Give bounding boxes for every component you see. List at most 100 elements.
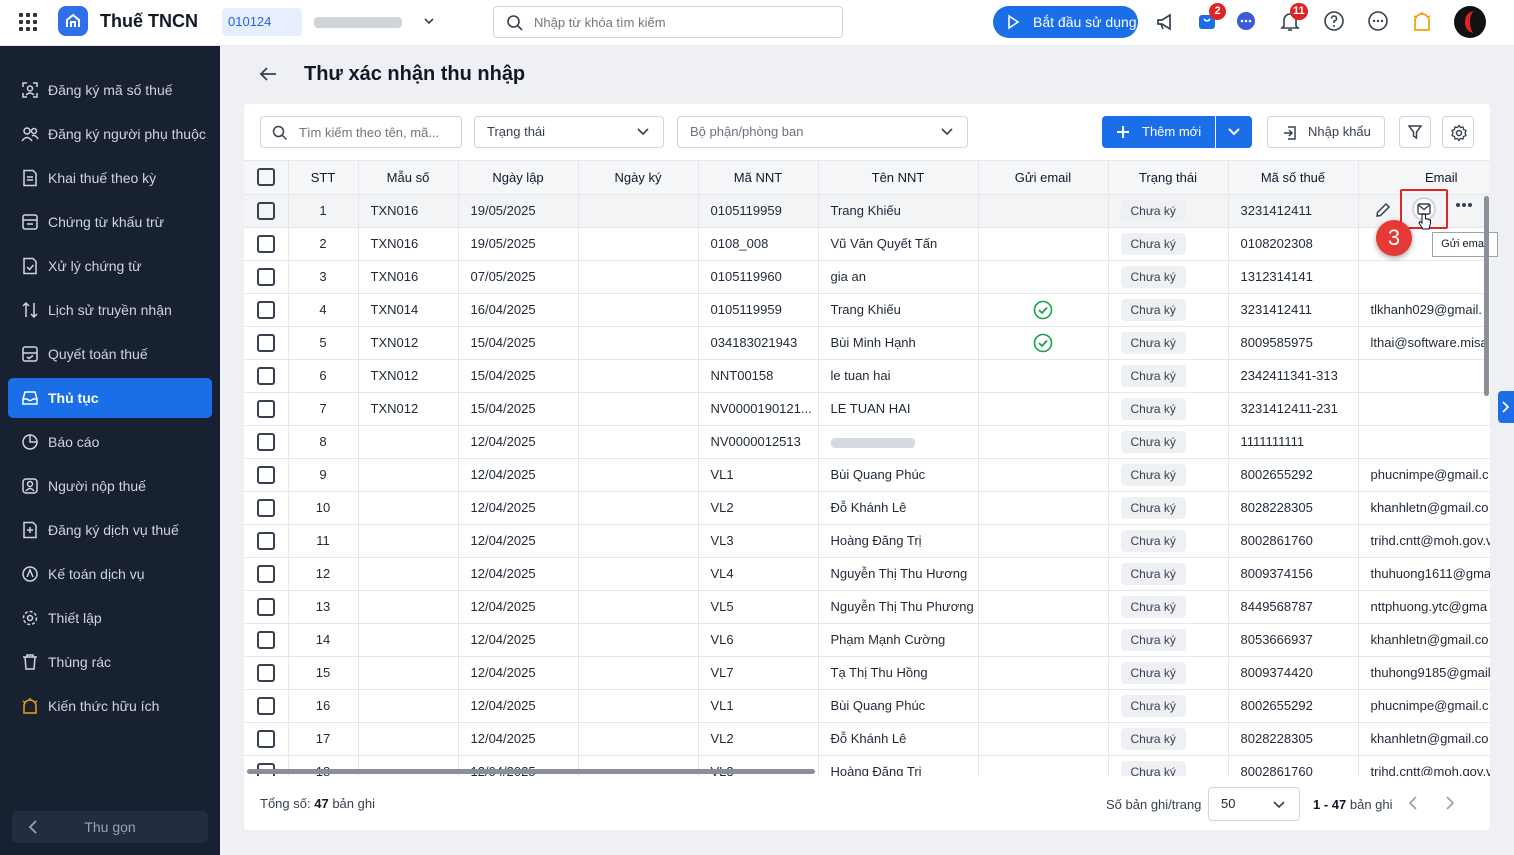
- row-checkbox-cell[interactable]: [244, 689, 289, 723]
- sidebar-item[interactable]: Kiến thức hữu ích: [8, 686, 212, 726]
- row-checkbox[interactable]: [256, 597, 275, 616]
- row-checkbox[interactable]: [256, 267, 275, 286]
- global-search[interactable]: [493, 6, 843, 38]
- row-checkbox[interactable]: [256, 201, 275, 220]
- row-checkbox-cell[interactable]: [244, 623, 289, 657]
- filter-button[interactable]: [1399, 116, 1431, 148]
- row-checkbox[interactable]: [256, 432, 275, 451]
- table-row[interactable]: 5 TXN012 15/04/2025 034183021943 Bùi Minh Hạ…: [244, 326, 1490, 360]
- next-page-icon[interactable]: [1443, 795, 1457, 811]
- settings-button[interactable]: [1442, 116, 1474, 148]
- row-checkbox[interactable]: [256, 333, 275, 352]
- sidebar-item[interactable]: Lịch sử truyền nhận: [8, 290, 212, 330]
- sidebar-item[interactable]: Người nộp thuế: [8, 466, 212, 506]
- table-search-input[interactable]: [299, 123, 455, 141]
- chat-icon[interactable]: [1235, 10, 1259, 34]
- row-checkbox-cell[interactable]: [244, 590, 289, 624]
- column-header[interactable]: Gửi email: [978, 161, 1109, 195]
- status-filter-dropdown[interactable]: Trạng thái: [474, 116, 664, 148]
- table-row[interactable]: 12 12/04/2025 VL4 Nguyễn Thị Thu Hương Chưa …: [244, 557, 1490, 591]
- row-checkbox-cell[interactable]: [244, 359, 289, 393]
- row-checkbox[interactable]: [256, 564, 275, 583]
- edit-pencil-icon[interactable]: [1374, 201, 1392, 219]
- help-icon[interactable]: [1323, 10, 1347, 34]
- row-checkbox-cell[interactable]: [244, 326, 289, 360]
- row-checkbox-cell[interactable]: [244, 557, 289, 591]
- sidebar-item[interactable]: Khai thuế theo kỳ: [8, 158, 212, 198]
- table-row[interactable]: 16 12/04/2025 VL1 Bùi Quang Phúc Chưa ký 8002…: [244, 689, 1490, 723]
- table-row[interactable]: 10 12/04/2025 VL2 Đỗ Khánh Lê Chưa ký 8028228…: [244, 491, 1490, 525]
- column-header[interactable]: STT: [288, 161, 359, 195]
- add-new-button[interactable]: Thêm mới: [1102, 116, 1215, 148]
- row-checkbox-cell[interactable]: [244, 458, 289, 492]
- back-arrow-icon[interactable]: [258, 64, 278, 84]
- table-row[interactable]: 13 12/04/2025 VL5 Nguyễn Thị Thu Phương Chưa…: [244, 590, 1490, 624]
- apps-grid-icon[interactable]: [19, 13, 37, 31]
- more-apps-icon[interactable]: [1367, 10, 1391, 34]
- organization-selector[interactable]: 010124: [222, 8, 444, 36]
- add-options-button[interactable]: [1216, 116, 1252, 148]
- table-row[interactable]: 1 TXN016 19/05/2025 0105119959 Trang Khiếu Ch…: [244, 194, 1490, 228]
- table-row[interactable]: 15 12/04/2025 VL7 Tạ Thị Thu Hồng Chưa ký 800…: [244, 656, 1490, 690]
- row-checkbox-cell[interactable]: [244, 293, 289, 327]
- row-checkbox-cell[interactable]: [244, 227, 289, 261]
- column-header[interactable]: Ngày ký: [578, 161, 699, 195]
- select-all-checkbox-cell[interactable]: [244, 161, 289, 195]
- row-checkbox-cell[interactable]: [244, 722, 289, 756]
- row-checkbox[interactable]: [256, 300, 275, 319]
- table-row[interactable]: 7 TXN012 15/04/2025 NV0000190121... LE TUAN …: [244, 392, 1490, 426]
- sidebar-item[interactable]: Quyết toán thuế: [8, 334, 212, 374]
- row-checkbox[interactable]: [256, 399, 275, 418]
- sidebar-item[interactable]: Chứng từ khấu trừ: [8, 202, 212, 242]
- table-row[interactable]: 11 12/04/2025 VL3 Hoàng Đăng Trị Chưa ký 8002…: [244, 524, 1490, 558]
- sidebar-item[interactable]: Thùng rác: [8, 642, 212, 682]
- sidebar-item[interactable]: Xử lý chứng từ: [8, 246, 212, 286]
- table-row[interactable]: 4 TXN014 16/04/2025 0105119959 Trang Khiếu Ch…: [244, 293, 1490, 327]
- sidebar-item[interactable]: Thiết lập: [8, 598, 212, 638]
- table-row[interactable]: 9 12/04/2025 VL1 Bùi Quang Phúc Chưa ký 80026…: [244, 458, 1490, 492]
- vertical-scrollbar[interactable]: [1484, 196, 1489, 396]
- import-button[interactable]: Nhập khẩu: [1267, 116, 1385, 148]
- row-checkbox[interactable]: [256, 465, 275, 484]
- row-checkbox[interactable]: [256, 663, 275, 682]
- per-page-select[interactable]: 50: [1208, 787, 1300, 821]
- lightbulb-icon[interactable]: [1411, 10, 1435, 34]
- sidebar-item[interactable]: Thủ tục: [8, 378, 212, 418]
- collapse-sidebar-button[interactable]: Thu gọn: [12, 811, 208, 843]
- sidebar-item[interactable]: Đăng ký mã số thuế: [8, 70, 212, 110]
- row-checkbox[interactable]: [256, 630, 275, 649]
- column-header[interactable]: Tên NNT: [818, 161, 979, 195]
- row-checkbox-cell[interactable]: [244, 656, 289, 690]
- table-row[interactable]: 3 TXN016 07/05/2025 0105119960 gia an Chưa ký…: [244, 260, 1490, 294]
- row-checkbox[interactable]: [256, 498, 275, 517]
- global-search-input[interactable]: [534, 12, 834, 32]
- row-checkbox[interactable]: [256, 234, 275, 253]
- column-header[interactable]: Mẫu số: [358, 161, 459, 195]
- column-header[interactable]: Mã số thuế: [1228, 161, 1359, 195]
- table-row[interactable]: 6 TXN012 15/04/2025 NNT00158 le tuan hai Chưa…: [244, 359, 1490, 393]
- bell-icon[interactable]: 11: [1279, 3, 1308, 34]
- start-using-button[interactable]: Bắt đầu sử dụng: [993, 6, 1138, 38]
- table-row[interactable]: 14 12/04/2025 VL6 Phạm Mạnh Cường Chưa ký 805…: [244, 623, 1490, 657]
- column-header[interactable]: Ngày lập: [458, 161, 579, 195]
- table-row[interactable]: 2 TXN016 19/05/2025 0108_008 Vũ Văn Quyết Tấ…: [244, 227, 1490, 261]
- row-checkbox[interactable]: [256, 531, 275, 550]
- user-avatar[interactable]: [1454, 6, 1486, 38]
- table-search[interactable]: [260, 116, 462, 148]
- sidebar-item[interactable]: Đăng ký dịch vụ thuế: [8, 510, 212, 550]
- sidebar-item[interactable]: Đăng ký người phụ thuộc: [8, 114, 212, 154]
- sidebar-item[interactable]: Kế toán dịch vụ: [8, 554, 212, 594]
- cart-icon[interactable]: 2: [1196, 3, 1226, 34]
- column-header[interactable]: Trạng thái: [1108, 161, 1229, 195]
- table-row[interactable]: 17 12/04/2025 VL2 Đỗ Khánh Lê Chưa ký 8028228…: [244, 722, 1490, 756]
- column-header[interactable]: Mã NNT: [698, 161, 819, 195]
- megaphone-icon[interactable]: [1154, 10, 1178, 34]
- select-all-checkbox[interactable]: [256, 168, 275, 187]
- row-checkbox[interactable]: [256, 729, 275, 748]
- more-dots-icon[interactable]: [1454, 201, 1474, 209]
- row-checkbox[interactable]: [256, 696, 275, 715]
- row-checkbox-cell[interactable]: [244, 194, 289, 228]
- row-checkbox[interactable]: [256, 366, 275, 385]
- sidebar-item[interactable]: Báo cáo: [8, 422, 212, 462]
- previous-page-icon[interactable]: [1406, 795, 1420, 811]
